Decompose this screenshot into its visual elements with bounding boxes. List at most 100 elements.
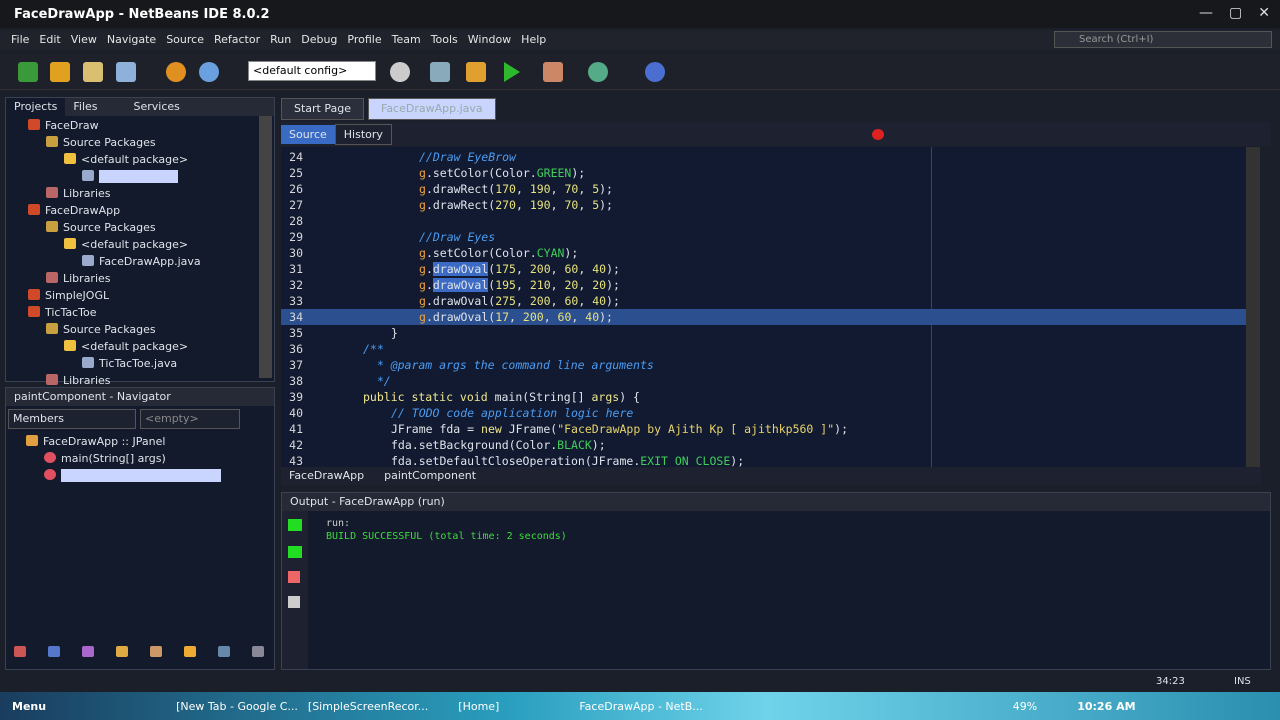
tab-projects[interactable]: Projects xyxy=(6,98,66,116)
code-line[interactable]: 39 public static void main(String[] args)… xyxy=(281,389,1246,405)
code-line[interactable]: 42 fda.setBackground(Color.BLACK); xyxy=(281,437,1246,453)
code-line[interactable]: 26 g.drawRect(170, 190, 70, 5); xyxy=(281,181,1246,197)
tree-item[interactable]: TicTacToe.java xyxy=(6,355,274,372)
tree-item[interactable]: Source Packages xyxy=(6,219,274,236)
tab-start-page[interactable]: Start Page xyxy=(281,98,364,120)
members-select[interactable]: Members xyxy=(8,409,136,429)
breadcrumb-method[interactable]: paintComponent xyxy=(384,469,476,483)
tab-facedrawapp-java[interactable]: FaceDrawApp.java xyxy=(368,98,496,120)
new-project-icon[interactable] xyxy=(50,62,70,82)
code-line[interactable]: 29 //Draw Eyes xyxy=(281,229,1246,245)
settings-icon[interactable] xyxy=(288,596,300,608)
tree-item[interactable]: <default package> xyxy=(6,236,274,253)
menu-profile[interactable]: Profile xyxy=(342,30,386,50)
history-button[interactable]: History xyxy=(334,123,392,145)
code-line[interactable]: 38 */ xyxy=(281,373,1246,389)
search-input[interactable]: Search (Ctrl+I) xyxy=(1054,31,1272,48)
filter-icon[interactable] xyxy=(14,646,26,657)
code-line[interactable]: 30 g.setColor(Color.CYAN); xyxy=(281,245,1246,261)
menu-debug[interactable]: Debug xyxy=(296,30,342,50)
code-line[interactable]: 32 g.drawOval(195, 210, 20, 20); xyxy=(281,277,1246,293)
menu-run[interactable]: Run xyxy=(265,30,296,50)
code-line[interactable]: 27 g.drawRect(270, 190, 70, 5); xyxy=(281,197,1246,213)
build-icon[interactable] xyxy=(390,62,410,82)
undo-icon[interactable] xyxy=(166,62,186,82)
code-line[interactable]: 37 * @param args the command line argume… xyxy=(281,357,1246,373)
scope-select[interactable]: <empty> xyxy=(140,409,240,429)
tree-item[interactable]: Source Packages xyxy=(6,321,274,338)
battery-indicator[interactable]: 49% xyxy=(1013,700,1037,713)
code-editor[interactable]: 24//Draw EyeBrow 25 g.setColor(Color.GREEN… xyxy=(281,147,1246,467)
task-recorder[interactable]: [SimpleScreenRecor... xyxy=(308,700,428,713)
sort-source-icon[interactable] xyxy=(252,646,264,657)
start-menu-button[interactable]: Menu xyxy=(12,700,46,713)
tab-services[interactable]: Services xyxy=(126,98,188,116)
code-line[interactable]: 40 // TODO code application logic here xyxy=(281,405,1246,421)
menu-navigate[interactable]: Navigate xyxy=(102,30,161,50)
code-line[interactable]: 28 xyxy=(281,213,1246,229)
tab-files[interactable]: Files xyxy=(65,98,105,116)
code-line[interactable]: 41 JFrame fda = new JFrame("FaceDrawApp b… xyxy=(281,421,1246,437)
code-line[interactable]: 33 g.drawOval(275, 200, 60, 40); xyxy=(281,293,1246,309)
code-line[interactable]: 24 //Draw EyeBrow xyxy=(281,149,1246,165)
code-line[interactable]: 34 g.drawOval(17, 200, 60, 40); xyxy=(281,309,1246,325)
task-home[interactable]: [Home] xyxy=(458,700,499,713)
tree-item[interactable]: Libraries xyxy=(6,185,274,202)
tree-item[interactable]: Source Packages xyxy=(6,134,274,151)
task-chrome[interactable]: [New Tab - Google C... xyxy=(176,700,298,713)
tree-item[interactable]: FaceDraw xyxy=(6,117,274,134)
editor-scrollbar[interactable] xyxy=(1246,147,1260,467)
navigator-item[interactable]: paintComponent(Graphics g) xyxy=(10,467,221,484)
navigator-item[interactable]: FaceDrawApp :: JPanel xyxy=(10,433,221,450)
rerun-options-icon[interactable] xyxy=(288,546,302,558)
tree-item[interactable]: SimpleJOGL xyxy=(6,287,274,304)
tree-item[interactable]: <default package> xyxy=(6,338,274,355)
php-icon[interactable] xyxy=(645,62,665,82)
tree-item[interactable]: FaceDrawApp xyxy=(6,202,274,219)
sort-icon[interactable] xyxy=(184,646,196,657)
breadcrumb-class[interactable]: FaceDrawApp xyxy=(289,469,364,483)
hammer-icon[interactable] xyxy=(466,62,486,82)
open-project-icon[interactable] xyxy=(83,62,103,82)
menu-edit[interactable]: Edit xyxy=(34,30,65,50)
profile-icon[interactable] xyxy=(588,62,608,82)
menu-file[interactable]: File xyxy=(6,30,34,50)
debug-icon[interactable] xyxy=(543,62,563,82)
save-all-icon[interactable] xyxy=(116,62,136,82)
new-file-icon[interactable] xyxy=(18,62,38,82)
config-select[interactable]: <default config> xyxy=(248,61,376,81)
menu-team[interactable]: Team xyxy=(387,30,426,50)
tree-item[interactable]: TicTacToe xyxy=(6,304,274,321)
run-icon[interactable] xyxy=(504,62,520,82)
code-line[interactable]: 31 g.drawOval(175, 200, 60, 40); xyxy=(281,261,1246,277)
menu-window[interactable]: Window xyxy=(463,30,516,50)
minimize-button[interactable]: — xyxy=(1199,5,1213,21)
tree-item[interactable]: Libraries xyxy=(6,270,274,287)
redo-icon[interactable] xyxy=(199,62,219,82)
source-button[interactable]: Source xyxy=(281,124,335,144)
scrollbar[interactable] xyxy=(259,116,272,378)
menu-source[interactable]: Source xyxy=(161,30,209,50)
tree-item[interactable]: FaceDraw.java xyxy=(6,168,274,185)
sort-name-icon[interactable] xyxy=(218,646,230,657)
tree-item[interactable]: FaceDrawApp.java xyxy=(6,253,274,270)
static-icon[interactable] xyxy=(82,646,94,657)
clean-build-icon[interactable] xyxy=(430,62,450,82)
code-line[interactable]: 35} xyxy=(281,325,1246,341)
close-button[interactable]: ✕ xyxy=(1258,5,1270,21)
tree-item[interactable]: <default package> xyxy=(6,151,274,168)
menu-view[interactable]: View xyxy=(66,30,102,50)
nonpublic-icon[interactable] xyxy=(116,646,128,657)
inherited-icon[interactable] xyxy=(150,646,162,657)
menu-help[interactable]: Help xyxy=(516,30,551,50)
fields-icon[interactable] xyxy=(48,646,60,657)
code-line[interactable]: 43 fda.setDefaultCloseOperation(JFrame.EX… xyxy=(281,453,1246,467)
code-line[interactable]: 36 /** xyxy=(281,341,1246,357)
navigator-item[interactable]: main(String[] args) xyxy=(10,450,221,467)
maximize-button[interactable]: ▢ xyxy=(1229,5,1242,21)
menu-refactor[interactable]: Refactor xyxy=(209,30,265,50)
rerun-icon[interactable] xyxy=(288,519,302,531)
task-netbeans[interactable]: FaceDrawApp - NetB... xyxy=(579,700,702,713)
stop-icon[interactable] xyxy=(288,571,300,583)
code-line[interactable]: 25 g.setColor(Color.GREEN); xyxy=(281,165,1246,181)
